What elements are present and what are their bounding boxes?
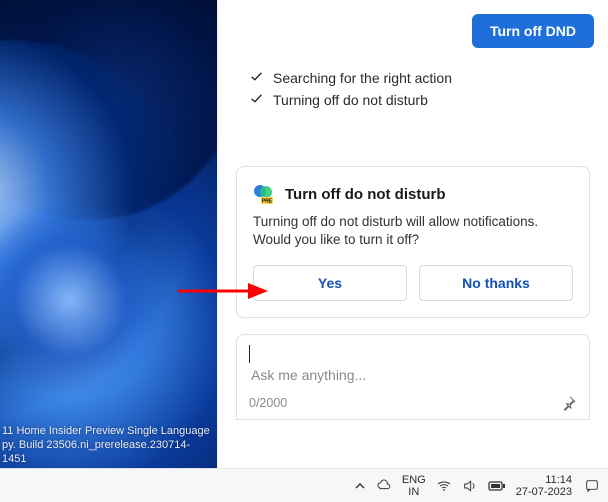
text-caret [249,345,250,363]
clock[interactable]: 11:14 27-07-2023 [516,474,574,498]
check-icon [250,70,263,86]
volume-icon[interactable] [462,478,478,494]
char-counter: 0/2000 [249,396,287,410]
confirmation-card: PRE Turn off do not disturb Turning off … [236,166,590,318]
copilot-panel: Turn off DND Searching for the right act… [217,0,608,468]
windows-watermark: 11 Home Insider Preview Single Language … [0,422,217,468]
lang-top: ENG [402,474,426,486]
composer: 0/2000 [236,334,590,420]
yes-button[interactable]: Yes [253,265,407,301]
onedrive-icon[interactable] [376,478,392,494]
turn-off-dnd-button[interactable]: Turn off DND [472,14,594,48]
card-body: Turning off do not disturb will allow no… [253,213,573,249]
copilot-pre-icon: PRE [253,183,275,205]
desktop-wallpaper: 11 Home Insider Preview Single Language … [0,0,217,468]
taskbar: ENG IN 11:14 27-07-2023 [0,468,608,502]
battery-icon[interactable] [488,480,506,492]
watermark-line: py. Build 23506.ni_prerelease.230714-145… [2,438,213,466]
step-item: Turning off do not disturb [250,92,594,108]
watermark-line: 11 Home Insider Preview Single Language [2,424,213,438]
svg-text:PRE: PRE [262,199,273,205]
action-steps: Searching for the right action Turning o… [250,70,594,108]
time: 11:14 [516,474,572,486]
tray-overflow-icon[interactable] [354,480,366,492]
step-item: Searching for the right action [250,70,594,86]
pin-icon[interactable] [561,395,577,411]
step-label: Searching for the right action [273,70,452,86]
ask-anything-input[interactable] [249,363,577,395]
language-indicator[interactable]: ENG IN [402,474,426,498]
no-thanks-button[interactable]: No thanks [419,265,573,301]
check-icon [250,92,263,108]
wifi-icon[interactable] [436,478,452,494]
date: 27-07-2023 [516,486,572,498]
notifications-icon[interactable] [584,478,600,494]
card-title: Turn off do not disturb [285,186,446,203]
step-label: Turning off do not disturb [273,92,428,108]
lang-bottom: IN [402,486,426,498]
